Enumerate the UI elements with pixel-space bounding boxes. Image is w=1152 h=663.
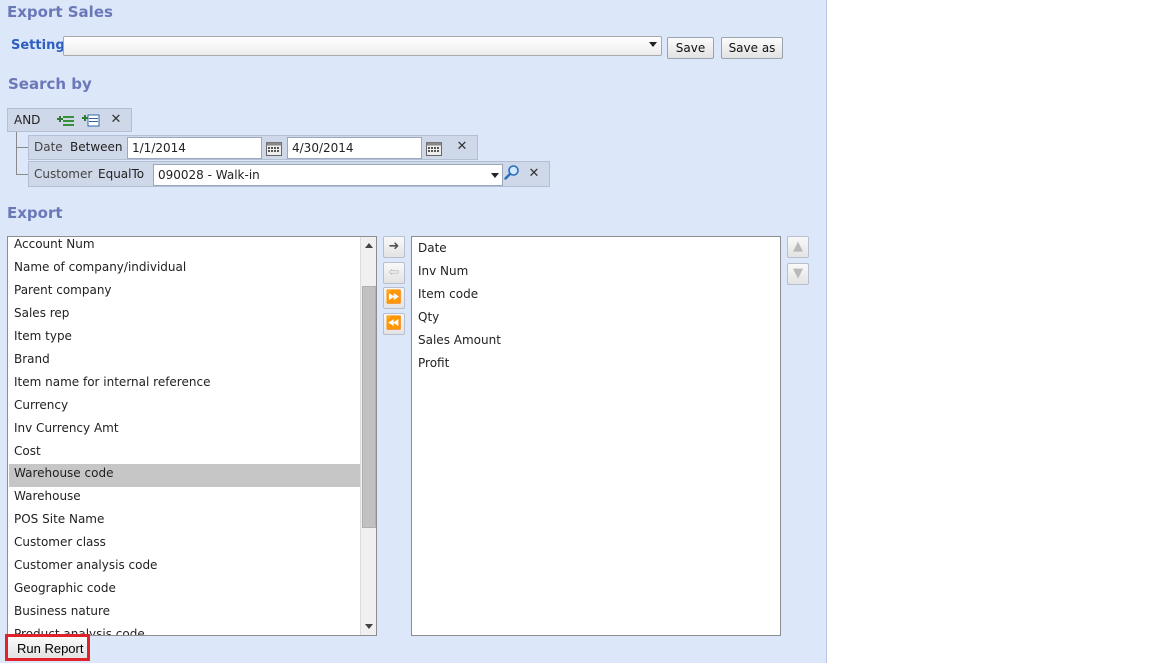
move-up-button[interactable]: ▲: [787, 236, 809, 258]
move-right-button[interactable]: ➜: [383, 236, 405, 258]
search-icon[interactable]: [504, 164, 520, 180]
close-icon[interactable]: ✕: [528, 167, 540, 180]
list-item[interactable]: Date: [413, 239, 779, 262]
list-item[interactable]: Currency: [9, 396, 360, 419]
save-as-button[interactable]: Save as: [721, 37, 783, 59]
customer-condition: Customer EqualTo 090028 - Walk-in ✕: [28, 161, 550, 187]
list-item[interactable]: Inv Currency Amt: [9, 419, 360, 442]
move-all-right-button[interactable]: ⏩: [383, 287, 405, 309]
list-item-selected[interactable]: Warehouse code: [9, 464, 360, 487]
vertical-scrollbar[interactable]: [360, 237, 376, 635]
scrollbar-thumb[interactable]: [362, 286, 376, 528]
setting-select[interactable]: [63, 36, 662, 56]
list-item[interactable]: Warehouse: [9, 487, 360, 510]
move-left-button[interactable]: ⇦: [383, 262, 405, 284]
export-heading: Export: [7, 204, 63, 222]
date-from-input[interactable]: 1/1/2014: [127, 137, 262, 159]
list-item[interactable]: Profit: [413, 354, 779, 377]
close-icon[interactable]: ✕: [456, 140, 468, 153]
customer-value: 090028 - Walk-in: [158, 168, 260, 182]
search-by-heading: Search by: [8, 75, 92, 93]
move-all-left-icon: ⏪: [385, 316, 403, 331]
calendar-icon[interactable]: [266, 141, 282, 156]
add-group-icon[interactable]: [82, 113, 100, 128]
list-item[interactable]: Item code: [413, 285, 779, 308]
tree-branch: [16, 147, 28, 148]
list-item[interactable]: Brand: [9, 350, 360, 373]
setting-label: Setting:: [11, 38, 70, 53]
list-item[interactable]: Item name for internal reference: [9, 373, 360, 396]
list-item[interactable]: Item type: [9, 327, 360, 350]
condition-operator[interactable]: Between: [70, 140, 123, 154]
export-sales-panel: Export Sales Setting: Save Save as Searc…: [0, 0, 827, 663]
move-right-icon: ➜: [388, 239, 400, 254]
dropdown-arrow-icon[interactable]: [649, 42, 657, 47]
available-fields-list[interactable]: Account Num Name of company/individual P…: [7, 236, 377, 636]
date-condition: Date Between 1/1/2014 4/30/2014 ✕: [28, 135, 478, 160]
list-item[interactable]: Parent company: [9, 281, 360, 304]
move-all-right-icon: ⏩: [385, 290, 403, 305]
condition-field[interactable]: Customer: [34, 167, 92, 181]
list-item[interactable]: Cost: [9, 442, 360, 465]
dropdown-arrow-icon[interactable]: [491, 173, 499, 178]
list-item[interactable]: Business nature: [9, 602, 360, 625]
move-down-button[interactable]: ▼: [787, 263, 809, 285]
calendar-icon[interactable]: [426, 141, 442, 156]
list-item[interactable]: Customer class: [9, 533, 360, 556]
selected-fields-list[interactable]: Date Inv Num Item code Qty Sales Amount …: [411, 236, 781, 636]
tree-branch: [16, 174, 28, 175]
customer-input[interactable]: 090028 - Walk-in: [153, 164, 503, 186]
and-group: AND ✕: [7, 108, 132, 132]
move-down-icon: ▼: [793, 266, 803, 281]
run-report-label: Run Report: [17, 641, 84, 656]
tree-line: [16, 132, 17, 174]
list-item[interactable]: Qty: [413, 308, 779, 331]
add-condition-icon[interactable]: [57, 113, 75, 127]
list-item[interactable]: Customer analysis code: [9, 556, 360, 579]
condition-field[interactable]: Date: [34, 140, 63, 154]
list-item[interactable]: Account Num: [9, 237, 360, 258]
run-report-button[interactable]: Run Report: [5, 634, 90, 661]
group-operator[interactable]: AND: [14, 113, 40, 127]
list-item[interactable]: Sales rep: [9, 304, 360, 327]
page-title: Export Sales: [7, 3, 113, 21]
move-left-icon: ⇦: [388, 265, 400, 280]
list-item[interactable]: POS Site Name: [9, 510, 360, 533]
list-item[interactable]: Sales Amount: [413, 331, 779, 354]
move-all-left-button[interactable]: ⏪: [383, 313, 405, 335]
scroll-up-arrow-icon[interactable]: [365, 243, 373, 248]
scroll-down-arrow-icon[interactable]: [365, 624, 373, 629]
condition-operator[interactable]: EqualTo: [98, 167, 144, 181]
save-button[interactable]: Save: [667, 37, 714, 59]
date-to-input[interactable]: 4/30/2014: [287, 137, 422, 159]
list-item[interactable]: Geographic code: [9, 579, 360, 602]
move-up-icon: ▲: [793, 239, 803, 254]
close-icon[interactable]: ✕: [110, 113, 122, 126]
list-item[interactable]: Name of company/individual: [9, 258, 360, 281]
list-item[interactable]: Inv Num: [413, 262, 779, 285]
